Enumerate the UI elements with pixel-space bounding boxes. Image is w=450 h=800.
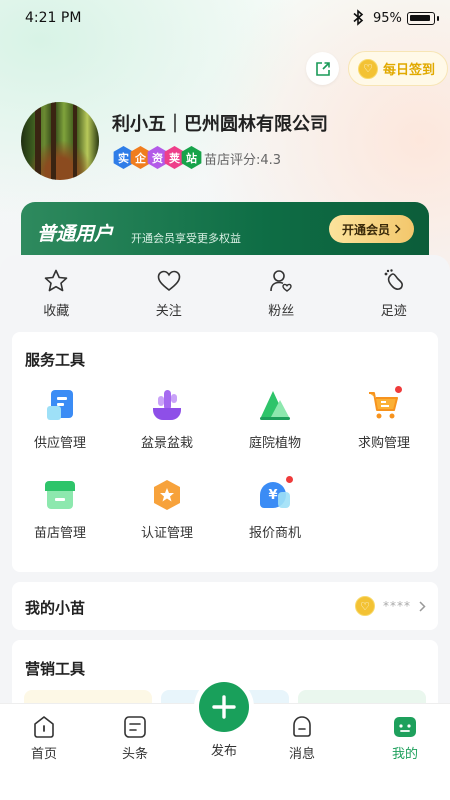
person-heart-icon <box>270 270 292 292</box>
coin-icon: ♡ <box>358 58 378 79</box>
share-button[interactable] <box>306 52 339 85</box>
stats-row: 收藏 关注 粉丝 足迹 <box>0 258 450 328</box>
tool-label: 报价商机 <box>248 526 301 541</box>
plus-icon <box>212 695 236 719</box>
tab-messages[interactable]: 消息 <box>272 714 332 762</box>
tab-profile[interactable]: 我的 <box>375 714 435 762</box>
membership-subtitle: 开通会员享受更多权益 <box>131 232 241 245</box>
my-seedling-title: 我的小苗 <box>25 599 86 617</box>
tool-quote-opportunities[interactable]: ¥ 报价商机 <box>227 476 323 541</box>
chevron-right-icon <box>419 600 426 612</box>
checkin-label: 每日签到 <box>383 63 436 78</box>
battery-icon <box>407 12 439 25</box>
certificate-icon <box>150 478 184 512</box>
stat-label: 关注 <box>155 304 182 319</box>
tool-label: 供应管理 <box>33 436 86 451</box>
status-time: 4:21 PM <box>25 10 82 26</box>
open-membership-button[interactable]: 开通会员 <box>329 215 414 243</box>
membership-title: 普通用户 <box>37 223 114 245</box>
shopping-cart-icon <box>367 386 402 422</box>
my-seedling-row[interactable]: 我的小苗 ♡ **** <box>12 582 438 630</box>
avatar[interactable] <box>21 102 99 180</box>
publish-label: 发布 <box>210 744 237 759</box>
service-tools-card: 服务工具 供应管理 盆景盆栽 庭院植物 求购管理 苗店管理 认证管理 ¥ 报价商… <box>12 332 438 572</box>
publish-button[interactable] <box>199 682 249 732</box>
marketing-tools-title: 营销工具 <box>25 660 86 678</box>
storefront-icon <box>43 478 77 512</box>
service-tools-title: 服务工具 <box>25 351 86 369</box>
shop-rating: 苗店评分:4.3 <box>204 153 282 168</box>
tool-certification-management[interactable]: 认证管理 <box>119 478 215 541</box>
tab-label: 消息 <box>288 747 315 762</box>
headline-icon <box>124 716 146 738</box>
cactus-pot-icon <box>150 388 184 422</box>
document-icon <box>43 388 77 422</box>
tool-label: 庭院植物 <box>248 436 301 451</box>
stat-label: 足迹 <box>380 304 407 319</box>
tool-label: 认证管理 <box>140 526 193 541</box>
battery-percent: 95% <box>373 11 402 26</box>
stat-following[interactable]: 关注 <box>113 258 226 328</box>
profile-name: 利小五｜巴州圆林有限公司 <box>112 114 328 135</box>
profile-icon <box>394 717 416 737</box>
tool-label: 苗店管理 <box>33 526 86 541</box>
tool-bonsai[interactable]: 盆景盆栽 <box>119 388 215 451</box>
tab-headlines[interactable]: 头条 <box>105 714 165 762</box>
stat-label: 收藏 <box>43 304 70 319</box>
tab-label: 头条 <box>121 747 148 762</box>
tree-icon <box>258 388 292 422</box>
tool-label: 求购管理 <box>357 436 410 451</box>
star-icon <box>44 269 68 292</box>
price-bubble-icon: ¥ <box>258 476 293 512</box>
stat-fans[interactable]: 粉丝 <box>225 258 338 328</box>
daily-checkin-button[interactable]: ♡ 每日签到 <box>348 51 448 86</box>
tool-supply-management[interactable]: 供应管理 <box>12 388 108 451</box>
chevron-right-icon <box>394 224 401 234</box>
footprint-icon <box>384 269 403 290</box>
coin-icon: ♡ <box>355 596 375 616</box>
share-icon <box>315 61 330 76</box>
stat-footprints[interactable]: 足迹 <box>338 258 450 328</box>
bluetooth-icon <box>352 9 364 30</box>
certification-badges: 实 企 资 荚 站 <box>112 146 202 169</box>
stat-favorites[interactable]: 收藏 <box>0 258 113 328</box>
status-bar: 4:21 PM 95% <box>0 0 450 38</box>
tool-purchase-management[interactable]: 求购管理 <box>336 386 432 451</box>
tool-garden-plants[interactable]: 庭院植物 <box>227 388 323 451</box>
open-membership-label: 开通会员 <box>341 222 390 237</box>
tab-label: 首页 <box>30 747 57 762</box>
tab-home[interactable]: 首页 <box>14 714 74 762</box>
home-icon <box>34 716 54 738</box>
stat-label: 粉丝 <box>268 304 295 319</box>
tool-label: 盆景盆栽 <box>140 436 193 451</box>
message-icon <box>293 716 311 737</box>
heart-icon <box>157 270 181 292</box>
tab-label: 我的 <box>391 747 418 762</box>
seedling-balance: **** <box>383 599 411 613</box>
tool-shop-management[interactable]: 苗店管理 <box>12 478 108 541</box>
